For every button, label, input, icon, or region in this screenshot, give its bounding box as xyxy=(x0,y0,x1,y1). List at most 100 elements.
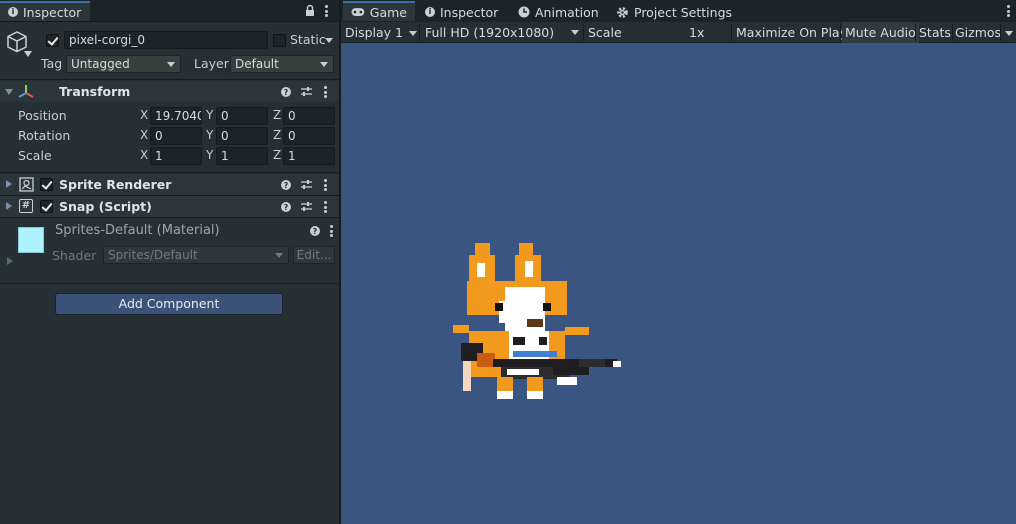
sprite-renderer-enabled-checkbox[interactable] xyxy=(40,178,53,191)
divider xyxy=(1000,24,1001,41)
transform-header[interactable]: Transform ? xyxy=(0,81,339,102)
game-tabbar: Game i Inspector Animation Project Setti… xyxy=(341,0,1016,22)
tab-inspector-label: Inspector xyxy=(23,4,82,20)
scale-y-field[interactable]: 1 xyxy=(216,147,268,165)
info-icon: i xyxy=(8,7,18,17)
divider xyxy=(915,24,916,41)
scale-x-axis[interactable]: X xyxy=(140,148,148,162)
rotation-z-field[interactable]: 0 xyxy=(283,127,335,145)
gamepad-icon xyxy=(351,8,365,16)
position-z-axis[interactable]: Z xyxy=(273,108,281,122)
snap-script-foldout-icon[interactable] xyxy=(6,202,12,210)
snap-script-header[interactable]: # Snap (Script) ? xyxy=(0,196,339,217)
inspector-tabbar: i Inspector xyxy=(0,0,339,22)
divider xyxy=(0,172,339,173)
icon-dropdown-caret-icon[interactable] xyxy=(24,51,32,57)
material-foldout-icon[interactable] xyxy=(7,257,13,265)
divider xyxy=(731,24,732,41)
material-title[interactable]: Sprites-Default (Material) xyxy=(55,223,220,238)
help-icon[interactable]: ? xyxy=(281,87,291,97)
script-hash-icon: # xyxy=(19,199,33,213)
shader-edit-button[interactable]: Edit... xyxy=(293,246,335,264)
help-icon[interactable]: ? xyxy=(281,202,291,212)
gizmos-caret-icon[interactable] xyxy=(1005,31,1013,36)
sprite-renderer-menu-icon[interactable] xyxy=(323,179,327,191)
sprite-renderer-foldout-icon[interactable] xyxy=(6,180,12,188)
object-name-input[interactable]: pixel-corgi_0 xyxy=(64,31,268,49)
material-swatch[interactable] xyxy=(18,227,44,253)
inspector-menu-icon[interactable] xyxy=(324,5,328,17)
position-x-axis[interactable]: X xyxy=(140,108,148,122)
sprite-renderer-header[interactable]: Sprite Renderer ? xyxy=(0,174,339,195)
rotation-z-axis[interactable]: Z xyxy=(273,128,281,142)
divider xyxy=(583,24,584,41)
gear-icon xyxy=(617,6,628,18)
resolution-value: Full HD (1920x1080) xyxy=(425,25,555,40)
transform-axes-icon xyxy=(18,85,34,98)
display-value: Display 1 xyxy=(345,25,404,40)
static-caret-icon[interactable] xyxy=(325,38,333,43)
rotation-x-field[interactable]: 0 xyxy=(150,127,202,145)
shader-label: Shader xyxy=(52,248,97,263)
position-x-field[interactable]: 19.7040 xyxy=(150,107,202,125)
preset-sliders-icon[interactable] xyxy=(301,179,312,190)
transform-menu-icon[interactable] xyxy=(323,86,327,98)
game-panel-menu-icon[interactable] xyxy=(1006,5,1010,17)
object-active-checkbox[interactable] xyxy=(46,34,59,47)
tab-project-settings-label: Project Settings xyxy=(634,4,733,20)
help-icon[interactable]: ? xyxy=(281,180,291,190)
tab-inspector-2[interactable]: i Inspector xyxy=(417,2,506,22)
layer-dropdown[interactable]: Default xyxy=(230,55,334,73)
help-icon[interactable]: ? xyxy=(310,226,320,236)
position-label: Position xyxy=(18,108,67,123)
tag-dropdown[interactable]: Untagged xyxy=(66,55,181,73)
preset-sliders-icon[interactable] xyxy=(301,201,312,212)
gizmos-toggle[interactable]: Gizmos xyxy=(955,22,1001,43)
chevron-down-icon xyxy=(167,62,175,67)
preset-sliders-icon[interactable] xyxy=(301,86,312,97)
scale-label: Scale xyxy=(588,25,622,40)
tab-project-settings[interactable]: Project Settings xyxy=(608,2,740,22)
snap-script-menu-icon[interactable] xyxy=(323,201,327,213)
info-icon: i xyxy=(425,7,435,17)
shader-value: Sprites/Default xyxy=(108,248,198,262)
sprite-renderer-title: Sprite Renderer xyxy=(59,177,172,192)
scale-y-axis[interactable]: Y xyxy=(206,148,213,162)
scale-z-axis[interactable]: Z xyxy=(273,148,281,162)
tab-inspector[interactable]: i Inspector xyxy=(0,1,90,21)
transform-foldout-icon[interactable] xyxy=(5,89,13,95)
rotation-x-axis[interactable]: X xyxy=(140,128,148,142)
tab-animation[interactable]: Animation xyxy=(510,2,607,22)
snap-script-title: Snap (Script) xyxy=(59,199,152,214)
divider xyxy=(0,79,339,80)
scale-x-field[interactable]: 1 xyxy=(150,147,202,165)
static-label[interactable]: Static xyxy=(290,32,326,47)
chevron-down-icon xyxy=(571,30,579,35)
position-y-field[interactable]: 0 xyxy=(216,107,268,125)
shader-dropdown[interactable]: Sprites/Default xyxy=(103,246,289,264)
divider xyxy=(840,24,841,41)
rotation-y-field[interactable]: 0 xyxy=(216,127,268,145)
mute-audio-toggle[interactable]: Mute Audio xyxy=(842,22,919,43)
maximize-on-play-toggle[interactable]: Maximize On Play xyxy=(736,22,847,43)
divider xyxy=(0,217,339,218)
static-checkbox[interactable] xyxy=(273,34,286,47)
game-viewport[interactable] xyxy=(341,43,1016,524)
tab-game[interactable]: Game xyxy=(343,1,415,21)
stats-toggle[interactable]: Stats xyxy=(919,22,951,43)
display-dropdown[interactable]: Display 1 xyxy=(345,22,418,43)
material-menu-icon[interactable] xyxy=(329,225,333,237)
chevron-down-icon xyxy=(409,31,418,36)
scale-z-field[interactable]: 1 xyxy=(283,147,335,165)
resolution-dropdown[interactable]: Full HD (1920x1080) xyxy=(425,22,579,43)
chevron-down-icon xyxy=(320,62,328,67)
position-y-axis[interactable]: Y xyxy=(206,108,213,122)
layer-value: Default xyxy=(235,57,279,71)
chevron-down-icon xyxy=(275,253,283,258)
rotation-y-axis[interactable]: Y xyxy=(206,128,213,142)
position-z-field[interactable]: 0 xyxy=(283,107,335,125)
add-component-button[interactable]: Add Component xyxy=(55,293,283,315)
lock-icon[interactable] xyxy=(305,5,315,16)
snap-script-enabled-checkbox[interactable] xyxy=(40,200,53,213)
tag-label: Tag xyxy=(41,56,63,71)
